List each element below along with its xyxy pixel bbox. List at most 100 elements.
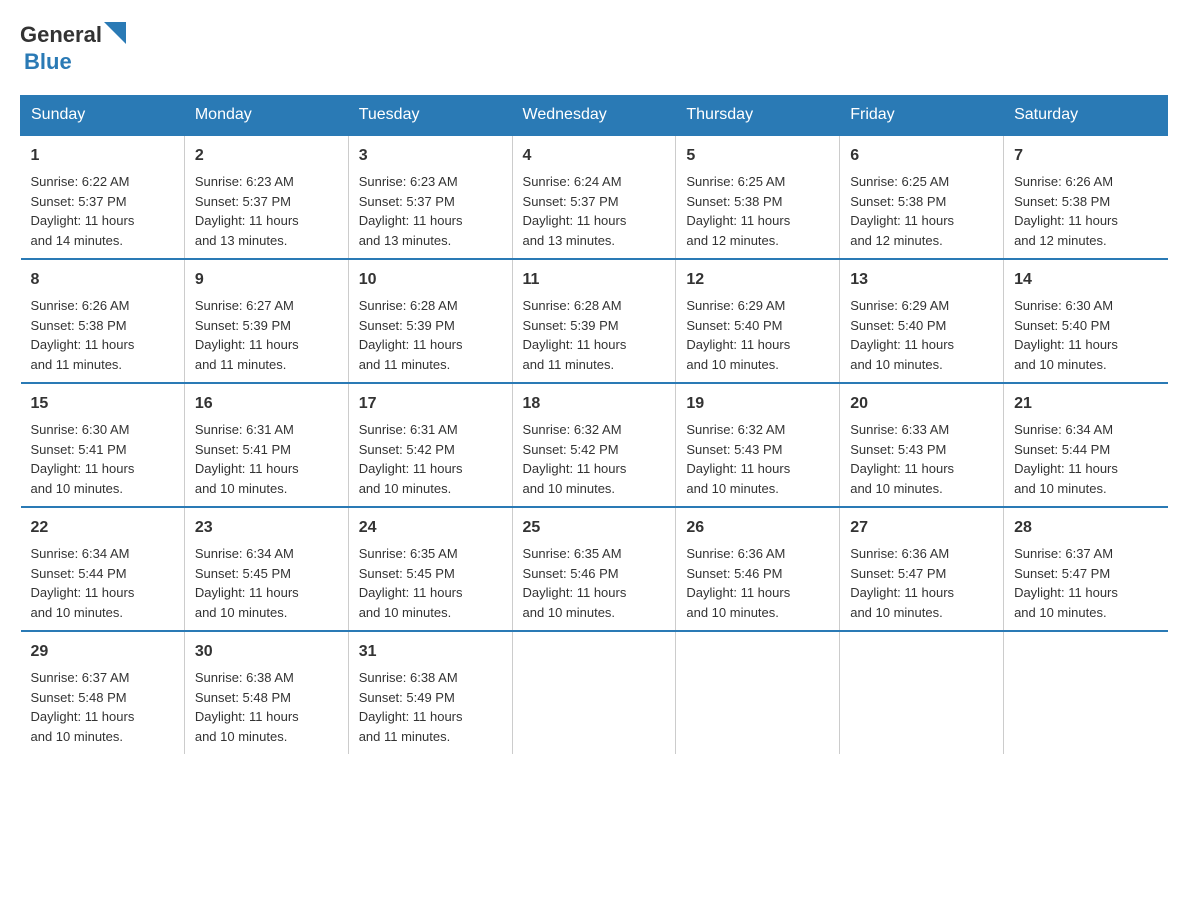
day-number: 14	[1014, 268, 1157, 292]
day-number: 7	[1014, 144, 1157, 168]
sunrise-text: Sunrise: 6:33 AMSunset: 5:43 PMDaylight:…	[850, 422, 954, 496]
day-number: 22	[31, 516, 174, 540]
day-number: 9	[195, 268, 338, 292]
sunrise-text: Sunrise: 6:29 AMSunset: 5:40 PMDaylight:…	[686, 298, 790, 372]
day-cell	[1004, 631, 1168, 754]
sunrise-text: Sunrise: 6:32 AMSunset: 5:43 PMDaylight:…	[686, 422, 790, 496]
day-number: 18	[523, 392, 666, 416]
day-number: 21	[1014, 392, 1157, 416]
sunrise-text: Sunrise: 6:29 AMSunset: 5:40 PMDaylight:…	[850, 298, 954, 372]
day-number: 17	[359, 392, 502, 416]
sunrise-text: Sunrise: 6:32 AMSunset: 5:42 PMDaylight:…	[523, 422, 627, 496]
calendar-header: SundayMondayTuesdayWednesdayThursdayFrid…	[21, 96, 1168, 136]
week-row-1: 1 Sunrise: 6:22 AMSunset: 5:37 PMDaylight…	[21, 135, 1168, 259]
day-cell: 28 Sunrise: 6:37 AMSunset: 5:47 PMDayligh…	[1004, 507, 1168, 631]
day-number: 5	[686, 144, 829, 168]
header-cell-wednesday: Wednesday	[512, 96, 676, 136]
day-cell: 14 Sunrise: 6:30 AMSunset: 5:40 PMDayligh…	[1004, 259, 1168, 383]
day-cell: 22 Sunrise: 6:34 AMSunset: 5:44 PMDayligh…	[21, 507, 185, 631]
sunrise-text: Sunrise: 6:28 AMSunset: 5:39 PMDaylight:…	[359, 298, 463, 372]
day-number: 25	[523, 516, 666, 540]
day-number: 13	[850, 268, 993, 292]
day-number: 31	[359, 640, 502, 664]
day-number: 12	[686, 268, 829, 292]
day-number: 15	[31, 392, 174, 416]
sunrise-text: Sunrise: 6:26 AMSunset: 5:38 PMDaylight:…	[31, 298, 135, 372]
day-cell: 12 Sunrise: 6:29 AMSunset: 5:40 PMDayligh…	[676, 259, 840, 383]
day-cell: 2 Sunrise: 6:23 AMSunset: 5:37 PMDaylight…	[184, 135, 348, 259]
day-cell: 27 Sunrise: 6:36 AMSunset: 5:47 PMDayligh…	[840, 507, 1004, 631]
sunrise-text: Sunrise: 6:34 AMSunset: 5:44 PMDaylight:…	[1014, 422, 1118, 496]
logo-triangle-icon	[104, 22, 126, 49]
sunrise-text: Sunrise: 6:24 AMSunset: 5:37 PMDaylight:…	[523, 174, 627, 248]
day-cell: 5Sunrise: 6:25 AMSunset: 5:38 PMDaylight…	[676, 135, 840, 259]
day-number: 26	[686, 516, 829, 540]
day-cell: 24 Sunrise: 6:35 AMSunset: 5:45 PMDayligh…	[348, 507, 512, 631]
sunrise-text: Sunrise: 6:30 AMSunset: 5:41 PMDaylight:…	[31, 422, 135, 496]
header-cell-friday: Friday	[840, 96, 1004, 136]
header-cell-saturday: Saturday	[1004, 96, 1168, 136]
day-cell: 8Sunrise: 6:26 AMSunset: 5:38 PMDaylight…	[21, 259, 185, 383]
day-cell: 31Sunrise: 6:38 AMSunset: 5:49 PMDayligh…	[348, 631, 512, 754]
sunrise-text: Sunrise: 6:31 AMSunset: 5:42 PMDaylight:…	[359, 422, 463, 496]
day-cell: 26 Sunrise: 6:36 AMSunset: 5:46 PMDayligh…	[676, 507, 840, 631]
day-cell: 23 Sunrise: 6:34 AMSunset: 5:45 PMDayligh…	[184, 507, 348, 631]
day-cell: 7 Sunrise: 6:26 AMSunset: 5:38 PMDaylight…	[1004, 135, 1168, 259]
day-number: 2	[195, 144, 338, 168]
sunrise-text: Sunrise: 6:35 AMSunset: 5:45 PMDaylight:…	[359, 546, 463, 620]
sunrise-text: Sunrise: 6:25 AMSunset: 5:38 PMDaylight:…	[850, 174, 954, 248]
week-row-2: 8Sunrise: 6:26 AMSunset: 5:38 PMDaylight…	[21, 259, 1168, 383]
day-number: 3	[359, 144, 502, 168]
day-number: 23	[195, 516, 338, 540]
day-number: 11	[523, 268, 666, 292]
day-cell: 6 Sunrise: 6:25 AMSunset: 5:38 PMDaylight…	[840, 135, 1004, 259]
header-cell-thursday: Thursday	[676, 96, 840, 136]
sunrise-text: Sunrise: 6:36 AMSunset: 5:47 PMDaylight:…	[850, 546, 954, 620]
sunrise-text: Sunrise: 6:23 AMSunset: 5:37 PMDaylight:…	[195, 174, 299, 248]
sunrise-text: Sunrise: 6:30 AMSunset: 5:40 PMDaylight:…	[1014, 298, 1118, 372]
day-number: 4	[523, 144, 666, 168]
sunrise-text: Sunrise: 6:36 AMSunset: 5:46 PMDaylight:…	[686, 546, 790, 620]
week-row-3: 15 Sunrise: 6:30 AMSunset: 5:41 PMDayligh…	[21, 383, 1168, 507]
day-cell: 9 Sunrise: 6:27 AMSunset: 5:39 PMDaylight…	[184, 259, 348, 383]
sunrise-text: Sunrise: 6:23 AMSunset: 5:37 PMDaylight:…	[359, 174, 463, 248]
day-cell: 19 Sunrise: 6:32 AMSunset: 5:43 PMDayligh…	[676, 383, 840, 507]
day-cell: 18 Sunrise: 6:32 AMSunset: 5:42 PMDayligh…	[512, 383, 676, 507]
sunrise-text: Sunrise: 6:34 AMSunset: 5:44 PMDaylight:…	[31, 546, 135, 620]
day-number: 27	[850, 516, 993, 540]
day-number: 29	[31, 640, 174, 664]
day-cell: 21 Sunrise: 6:34 AMSunset: 5:44 PMDayligh…	[1004, 383, 1168, 507]
day-number: 24	[359, 516, 502, 540]
header-cell-sunday: Sunday	[21, 96, 185, 136]
day-cell: 13 Sunrise: 6:29 AMSunset: 5:40 PMDayligh…	[840, 259, 1004, 383]
sunrise-text: Sunrise: 6:22 AMSunset: 5:37 PMDaylight:…	[31, 174, 135, 248]
day-number: 19	[686, 392, 829, 416]
day-number: 6	[850, 144, 993, 168]
day-cell: 4 Sunrise: 6:24 AMSunset: 5:37 PMDaylight…	[512, 135, 676, 259]
sunrise-text: Sunrise: 6:37 AMSunset: 5:47 PMDaylight:…	[1014, 546, 1118, 620]
day-cell	[840, 631, 1004, 754]
sunrise-text: Sunrise: 6:27 AMSunset: 5:39 PMDaylight:…	[195, 298, 299, 372]
logo-general-text: General	[20, 22, 102, 48]
day-cell: 29 Sunrise: 6:37 AMSunset: 5:48 PMDayligh…	[21, 631, 185, 754]
day-number: 30	[195, 640, 338, 664]
day-cell: 3 Sunrise: 6:23 AMSunset: 5:37 PMDaylight…	[348, 135, 512, 259]
day-number: 28	[1014, 516, 1157, 540]
day-number: 10	[359, 268, 502, 292]
sunrise-text: Sunrise: 6:37 AMSunset: 5:48 PMDaylight:…	[31, 670, 135, 744]
page-header: General Blue	[20, 20, 1168, 75]
sunrise-text: Sunrise: 6:34 AMSunset: 5:45 PMDaylight:…	[195, 546, 299, 620]
day-cell: 30 Sunrise: 6:38 AMSunset: 5:48 PMDayligh…	[184, 631, 348, 754]
day-cell: 15 Sunrise: 6:30 AMSunset: 5:41 PMDayligh…	[21, 383, 185, 507]
logo-blue-text: Blue	[24, 49, 72, 74]
day-cell: 25Sunrise: 6:35 AMSunset: 5:46 PMDayligh…	[512, 507, 676, 631]
header-cell-tuesday: Tuesday	[348, 96, 512, 136]
day-number: 1	[31, 144, 174, 168]
sunrise-text: Sunrise: 6:26 AMSunset: 5:38 PMDaylight:…	[1014, 174, 1118, 248]
sunrise-text: Sunrise: 6:28 AMSunset: 5:39 PMDaylight:…	[523, 298, 627, 372]
sunrise-text: Sunrise: 6:38 AMSunset: 5:48 PMDaylight:…	[195, 670, 299, 744]
day-cell: 1 Sunrise: 6:22 AMSunset: 5:37 PMDaylight…	[21, 135, 185, 259]
week-row-4: 22 Sunrise: 6:34 AMSunset: 5:44 PMDayligh…	[21, 507, 1168, 631]
day-cell	[512, 631, 676, 754]
day-cell: 11 Sunrise: 6:28 AMSunset: 5:39 PMDayligh…	[512, 259, 676, 383]
